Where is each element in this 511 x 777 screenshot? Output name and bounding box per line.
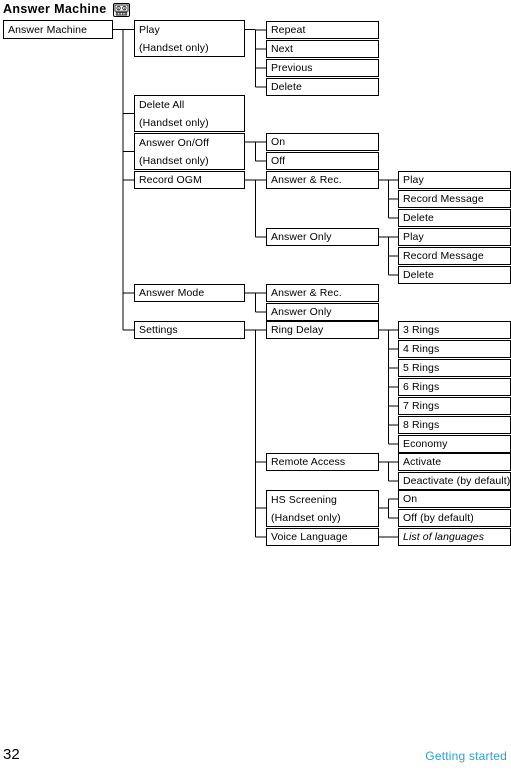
tree-node-ring-3[interactable]: 3 Rings [398, 321, 511, 339]
footer-section-label: Getting started [425, 749, 507, 763]
tree-node-label: 4 Rings [403, 343, 440, 355]
tree-node-label: Answer & Rec. [271, 174, 342, 186]
tree-node-label: Ring Delay [271, 324, 324, 336]
tree-node-ring-6[interactable]: 6 Rings [398, 378, 511, 396]
tree-node-label: Deactivate (by default) [403, 475, 511, 487]
tree-node-label: Answer Only [271, 231, 332, 243]
tree-node-ogm-ar-delete[interactable]: Delete [398, 209, 511, 227]
tree-node-mode-ar[interactable]: Answer & Rec. [266, 284, 379, 302]
tree-node-ring-8[interactable]: 8 Rings [398, 416, 511, 434]
tree-node-label: Remote Access [271, 456, 346, 468]
tree-node-label: On [271, 136, 286, 148]
tree-node-ogm-ar[interactable]: Answer & Rec. [266, 171, 379, 189]
tree-node-answer-on-off[interactable]: Answer On/Off (Handset only) [134, 133, 245, 170]
tree-node-label: Answer & Rec. [271, 287, 342, 299]
tree-node-previous[interactable]: Previous [266, 59, 379, 77]
tree-node-language-list[interactable]: List of languages [398, 528, 511, 546]
tree-node-label: Settings [139, 324, 178, 336]
tree-node-ogm-ao[interactable]: Answer Only [266, 228, 379, 246]
tree-node-ring-5[interactable]: 5 Rings [398, 359, 511, 377]
tree-node-on[interactable]: On [266, 133, 379, 151]
tree-node-ogm-ao-record[interactable]: Record Message [398, 247, 511, 265]
tree-node-sublabel: (Handset only) [271, 511, 341, 524]
footer-page-number: 32 [3, 746, 20, 763]
tree-node-label: On [403, 493, 418, 505]
tree-node-settings[interactable]: Settings [134, 321, 245, 339]
tree-node-play[interactable]: Play (Handset only) [134, 20, 245, 57]
tree-node-ring-4[interactable]: 4 Rings [398, 340, 511, 358]
tree-node-off[interactable]: Off [266, 152, 379, 170]
tree-node-label: 6 Rings [403, 381, 440, 393]
tree-node-label: 8 Rings [403, 419, 440, 431]
tree-node-label: Delete All [139, 98, 185, 111]
tree-node-label: Voice Language [271, 531, 348, 543]
tree-node-sublabel: (Handset only) [139, 41, 209, 54]
tree-node-label: Activate [403, 456, 442, 468]
tree-node-remote-access[interactable]: Remote Access [266, 453, 379, 471]
tree-node-record-ogm[interactable]: Record OGM [134, 171, 245, 189]
tree-node-delete[interactable]: Delete [266, 78, 379, 96]
tree-node-ring-7[interactable]: 7 Rings [398, 397, 511, 415]
tree-node-sublabel: (Handset only) [139, 154, 209, 167]
tree-node-label: Play [139, 23, 160, 36]
tree-node-label: 5 Rings [403, 362, 440, 374]
tree-node-hs-screening[interactable]: HS Screening (Handset only) [266, 490, 379, 527]
tree-node-label: Record OGM [139, 174, 202, 186]
tree-node-ogm-ar-play[interactable]: Play [398, 171, 511, 189]
tree-node-next[interactable]: Next [266, 40, 379, 58]
tree-node-label: 7 Rings [403, 400, 440, 412]
tree-node-label: Play [403, 174, 424, 186]
tree-node-ogm-ar-record[interactable]: Record Message [398, 190, 511, 208]
tree-node-ring-economy[interactable]: Economy [398, 435, 511, 453]
tree-node-sublabel: (Handset only) [139, 116, 209, 129]
tree-node-label: Record Message [403, 250, 484, 262]
tree-node-ring-delay[interactable]: Ring Delay [266, 321, 379, 339]
tree-node-label: Repeat [271, 24, 306, 36]
tree-node-label: Previous [271, 62, 313, 74]
tree-node-label: HS Screening [271, 493, 337, 506]
tree-node-label: Record Message [403, 193, 484, 205]
tree-node-label: Off (by default) [403, 512, 474, 524]
tree-node-hs-off[interactable]: Off (by default) [398, 509, 511, 527]
answer-machine-menu-tree: Answer Machine Play (Handset only) Repeat Ne… [0, 0, 511, 600]
tree-node-label: Delete [271, 81, 302, 93]
tree-node-ogm-ao-delete[interactable]: Delete [398, 266, 511, 284]
tree-node-label: List of languages [403, 531, 485, 543]
tree-node-hs-on[interactable]: On [398, 490, 511, 508]
tree-node-ogm-ao-play[interactable]: Play [398, 228, 511, 246]
tree-node-label: Answer Only [271, 306, 332, 318]
tree-node-ra-activate[interactable]: Activate [398, 453, 511, 471]
tree-node-repeat[interactable]: Repeat [266, 21, 379, 39]
tree-node-label: Delete [403, 212, 434, 224]
tree-node-label: 3 Rings [403, 324, 440, 336]
page-footer: 32 Getting started [0, 745, 511, 777]
tree-node-label: Economy [403, 438, 448, 450]
tree-node-mode-ao[interactable]: Answer Only [266, 303, 379, 321]
tree-node-label: Delete [403, 269, 434, 281]
tree-node-root[interactable]: Answer Machine [3, 20, 113, 39]
tree-node-delete-all[interactable]: Delete All (Handset only) [134, 95, 245, 132]
manual-page: Answer Machine Answer Machine Play (Handse [0, 0, 511, 777]
tree-node-answer-mode[interactable]: Answer Mode [134, 284, 245, 302]
tree-node-label: Answer Mode [139, 287, 205, 299]
tree-node-label: Play [403, 231, 424, 243]
tree-node-label: Answer Machine [8, 23, 88, 36]
tree-node-label: Off [271, 155, 286, 167]
tree-node-label: Answer On/Off [139, 136, 209, 149]
tree-node-voice-language[interactable]: Voice Language [266, 528, 379, 546]
tree-node-label: Next [271, 43, 293, 55]
tree-node-ra-deactivate[interactable]: Deactivate (by default) [398, 472, 511, 490]
